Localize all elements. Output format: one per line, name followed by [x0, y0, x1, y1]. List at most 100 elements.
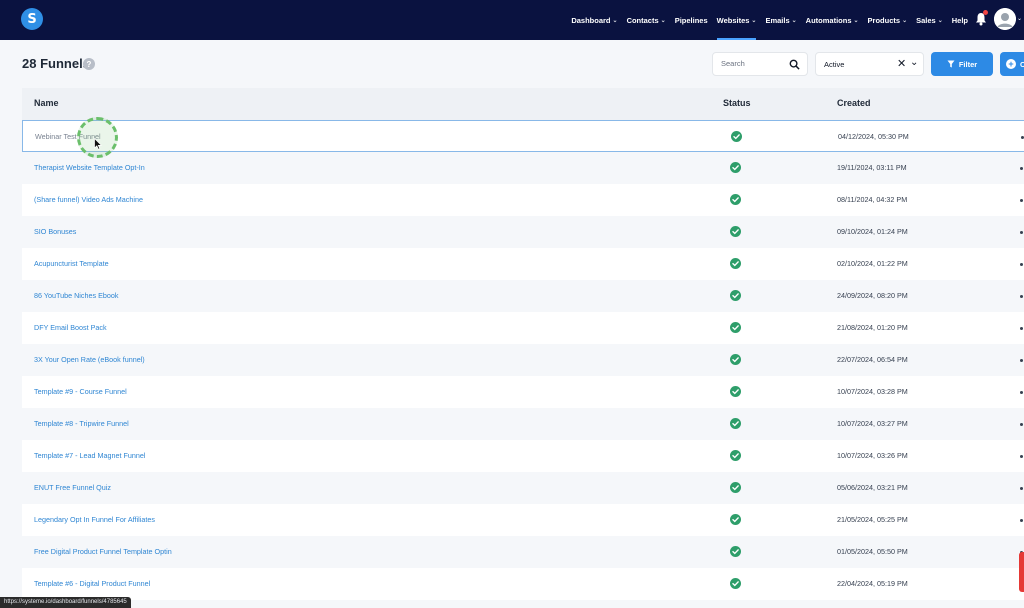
- funnel-name-link[interactable]: Template #8 - Tripwire Funnel: [34, 419, 129, 428]
- filter-button[interactable]: Filter: [931, 52, 993, 76]
- created-date: 22/04/2024, 05:19 PM: [837, 579, 908, 588]
- status-active-check-icon: [730, 322, 741, 333]
- create-button-label: C: [1020, 59, 1024, 69]
- table-row[interactable]: Template #6 - Digital Product Funnel 22/0…: [22, 568, 1024, 600]
- funnel-name-link[interactable]: Template #6 - Digital Product Funnel: [34, 579, 150, 588]
- created-date: 04/12/2024, 05:30 PM: [838, 132, 909, 141]
- created-date: 09/10/2024, 01:24 PM: [837, 227, 908, 236]
- create-funnel-button[interactable]: + C: [1000, 52, 1024, 76]
- status-active-check-icon: [730, 226, 741, 237]
- table-row[interactable]: ENUT Free Funnel Quiz 05/06/2024, 03:21 P…: [22, 472, 1024, 504]
- chevron-down-icon: ⌄: [853, 17, 859, 24]
- status-active-check-icon: [730, 514, 741, 525]
- table-row[interactable]: 86 YouTube Niches Ebook 24/09/2024, 08:20…: [22, 280, 1024, 312]
- row-actions-icon[interactable]: [1020, 391, 1023, 394]
- column-header-name[interactable]: Name: [34, 98, 59, 108]
- plus-icon: +: [1006, 59, 1016, 69]
- created-date: 10/07/2024, 03:27 PM: [837, 419, 908, 428]
- table-row[interactable]: SIO Bonuses 09/10/2024, 01:24 PM: [22, 216, 1024, 248]
- status-active-check-icon: [730, 258, 741, 269]
- chevron-down-icon[interactable]: ⌄: [910, 57, 918, 68]
- help-icon[interactable]: ?: [83, 58, 95, 70]
- table-row[interactable]: DFY Email Boost Pack 21/08/2024, 01:20 PM: [22, 312, 1024, 344]
- nav-item-automations[interactable]: Automations ⌄: [806, 0, 859, 40]
- floating-widget-edge[interactable]: [1019, 552, 1024, 592]
- funnel-name-link[interactable]: ENUT Free Funnel Quiz: [34, 483, 111, 492]
- nav-item-contacts[interactable]: Contacts ⌄: [627, 0, 666, 40]
- table-row[interactable]: Template #7 - Lead Magnet Funnel 10/07/20…: [22, 440, 1024, 472]
- created-date: 21/08/2024, 01:20 PM: [837, 323, 908, 332]
- row-actions-icon[interactable]: [1020, 295, 1023, 298]
- nav-item-websites[interactable]: Websites ⌄: [716, 0, 757, 40]
- table-row[interactable]: Acupuncturist Template 02/10/2024, 01:22 …: [22, 248, 1024, 280]
- table-row[interactable]: Template #9 - Course Funnel 10/07/2024, 0…: [22, 376, 1024, 408]
- nav-item-products[interactable]: Products ⌄: [868, 0, 908, 40]
- created-date: 10/07/2024, 03:28 PM: [837, 387, 908, 396]
- funnel-name-link[interactable]: Therapist Website Template Opt-In: [34, 163, 145, 172]
- funnel-name-link[interactable]: Free Digital Product Funnel Template Opt…: [34, 547, 172, 556]
- funnel-name-link[interactable]: (Share funnel) Video Ads Machine: [34, 195, 143, 204]
- created-date: 08/11/2024, 04:32 PM: [837, 195, 908, 204]
- funnel-name-link[interactable]: DFY Email Boost Pack: [34, 323, 107, 332]
- funnel-name-link[interactable]: Template #9 - Course Funnel: [34, 387, 127, 396]
- funnel-name-link[interactable]: Acupuncturist Template: [34, 259, 109, 268]
- table-row[interactable]: Webinar Test Funnel 04/12/2024, 05:30 PM: [22, 120, 1024, 152]
- table-row[interactable]: 3X Your Open Rate (eBook funnel) 22/07/20…: [22, 344, 1024, 376]
- row-actions-icon[interactable]: [1020, 231, 1023, 234]
- row-actions-icon[interactable]: [1020, 199, 1023, 202]
- row-actions-icon[interactable]: [1020, 487, 1023, 490]
- table-row[interactable]: Free Digital Product Funnel Template Opt…: [22, 536, 1024, 568]
- funnel-name-link[interactable]: Template #7 - Lead Magnet Funnel: [34, 451, 145, 460]
- funnel-name-link[interactable]: 86 YouTube Niches Ebook: [34, 291, 118, 300]
- created-date: 10/07/2024, 03:26 PM: [837, 451, 908, 460]
- row-actions-icon[interactable]: [1020, 455, 1023, 458]
- created-date: 19/11/2024, 03:11 PM: [837, 163, 907, 172]
- column-header-created[interactable]: Created: [837, 98, 871, 108]
- page-title: 28 Funnels: [22, 56, 90, 71]
- link-status-url: https://systeme.io/dashboard/funnels/478…: [0, 597, 131, 608]
- clear-icon[interactable]: ✕: [897, 57, 906, 70]
- status-active-check-icon: [730, 290, 741, 301]
- column-header-status: Status: [723, 98, 751, 108]
- row-actions-icon[interactable]: [1020, 167, 1023, 170]
- profile-chevron-down-icon[interactable]: ⌄: [1017, 15, 1022, 22]
- search-input[interactable]: [721, 59, 785, 68]
- nav-item-sales[interactable]: Sales ⌄: [916, 0, 943, 40]
- nav-item-pipelines[interactable]: Pipelines: [675, 0, 708, 40]
- row-actions-icon[interactable]: [1020, 423, 1023, 426]
- avatar[interactable]: [994, 8, 1016, 30]
- status-active-check-icon: [731, 131, 742, 142]
- app-logo[interactable]: S: [21, 8, 43, 30]
- row-actions-icon[interactable]: [1020, 263, 1023, 266]
- nav-item-label: Help: [951, 15, 968, 25]
- nav-item-label: Contacts: [626, 15, 659, 25]
- row-actions-icon[interactable]: [1020, 327, 1023, 330]
- status-active-check-icon: [730, 162, 741, 173]
- nav-item-label: Dashboard: [571, 15, 611, 25]
- table-row[interactable]: (Share funnel) Video Ads Machine 08/11/20…: [22, 184, 1024, 216]
- chevron-down-icon: ⌄: [751, 17, 757, 24]
- nav-item-emails[interactable]: Emails ⌄: [765, 0, 796, 40]
- table-row[interactable]: Therapist Website Template Opt-In 19/11/2…: [22, 152, 1024, 184]
- status-filter-select[interactable]: Active ✕ ⌄: [815, 52, 924, 76]
- created-date: 24/09/2024, 08:20 PM: [837, 291, 908, 300]
- row-actions-icon[interactable]: [1020, 359, 1023, 362]
- nav-item-dashboard[interactable]: Dashboard ⌄: [571, 0, 617, 40]
- nav-item-label: Products: [867, 15, 901, 25]
- table-row[interactable]: Template #8 - Tripwire Funnel 10/07/2024,…: [22, 408, 1024, 440]
- created-date: 02/10/2024, 01:22 PM: [837, 259, 908, 268]
- funnel-name-link[interactable]: Legendary Opt In Funnel For Affiliates: [34, 515, 155, 524]
- nav-item-label: Automations: [805, 15, 852, 25]
- chevron-down-icon: ⌄: [937, 17, 943, 24]
- funnel-name-link[interactable]: Webinar Test Funnel: [35, 132, 101, 141]
- funnel-name-link[interactable]: SIO Bonuses: [34, 227, 76, 236]
- nav-item-help[interactable]: Help: [952, 0, 968, 40]
- notification-badge: [983, 10, 988, 15]
- chevron-down-icon: ⌄: [902, 17, 908, 24]
- search-icon[interactable]: [789, 59, 800, 70]
- table-row[interactable]: Legendary Opt In Funnel For Affiliates 21…: [22, 504, 1024, 536]
- funnel-name-link[interactable]: 3X Your Open Rate (eBook funnel): [34, 355, 145, 364]
- nav-item-label: Websites: [716, 15, 750, 25]
- nav-item-label: Emails: [765, 15, 790, 25]
- row-actions-icon[interactable]: [1020, 519, 1023, 522]
